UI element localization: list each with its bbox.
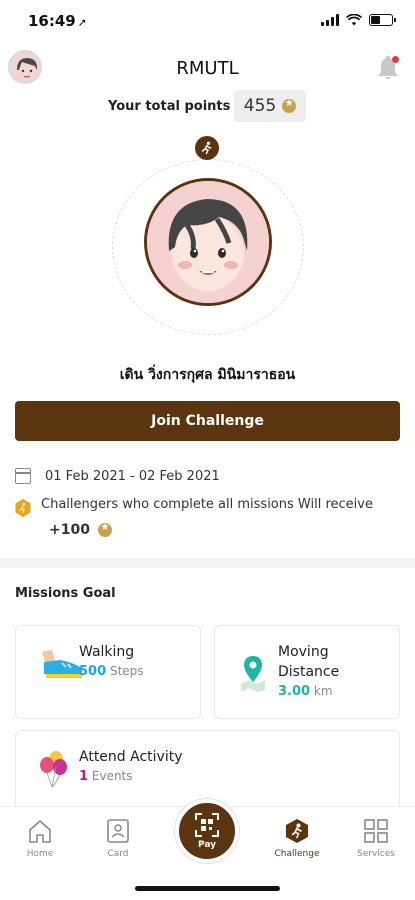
total-points-badge: 455	[234, 90, 306, 122]
total-points-label: Your total points	[108, 99, 231, 114]
total-points-value: 455	[243, 96, 277, 116]
challenge-name: เดิน วิ่งการกุศล มินิมาราธอน	[119, 367, 296, 383]
home-indicator	[135, 886, 280, 891]
status-bar: 16:49 ➚	[0, 0, 415, 44]
mission-card-distance[interactable]: Moving Distance 3.00 km	[214, 625, 400, 719]
reward-hex-icon	[15, 499, 31, 517]
mission-name: Attend Activity	[79, 749, 183, 765]
location-arrow-icon: ➚	[77, 16, 87, 29]
tab-challenge[interactable]: Challenge	[267, 817, 327, 859]
mission-name: Moving Distance	[278, 644, 340, 680]
mission-card-activity[interactable]: Attend Activity 1 Events	[15, 730, 400, 808]
reward-row: Challengers who complete all missions Wi…	[15, 497, 373, 517]
notification-button[interactable]	[375, 54, 401, 82]
date-range: 01 Feb 2021 - 02 Feb 2021	[45, 468, 220, 484]
section-divider	[0, 558, 415, 568]
map-pin-icon	[241, 656, 265, 692]
qr-scan-icon	[195, 813, 219, 837]
tab-services[interactable]: Services	[346, 817, 406, 859]
grid-icon	[364, 819, 388, 843]
challenge-icon	[286, 819, 308, 843]
tab-home[interactable]: Home	[10, 817, 70, 859]
balloons-icon	[40, 751, 67, 788]
missions-title: Missions Goal	[15, 586, 116, 601]
battery-icon	[369, 14, 396, 26]
notification-dot	[392, 56, 399, 63]
wifi-icon	[346, 14, 362, 26]
date-range-row: 01 Feb 2021 - 02 Feb 2021	[15, 468, 220, 484]
reward-amount-row: +100	[49, 522, 112, 538]
signal-icon	[321, 14, 339, 26]
reward-amount: +100	[49, 522, 90, 538]
card-icon	[107, 819, 129, 843]
page-title: RMUTL	[176, 58, 239, 79]
mission-name: Walking	[79, 644, 135, 660]
profile-avatar	[144, 178, 272, 306]
coin-icon	[282, 98, 297, 113]
mission-goal: 3.00 km	[278, 684, 333, 699]
mission-card-walking[interactable]: Walking 500 Steps	[15, 625, 201, 719]
tab-card[interactable]: Card	[88, 817, 148, 859]
status-time: 16:49 ➚	[28, 12, 87, 30]
calendar-icon	[15, 468, 31, 484]
mission-goal: 1 Events	[79, 769, 133, 784]
mission-goal: 500 Steps	[79, 664, 144, 679]
reward-text: Challengers who complete all missions Wi…	[41, 497, 373, 512]
status-icons	[321, 14, 396, 26]
join-challenge-button[interactable]: Join Challenge	[15, 401, 400, 441]
app-header: RMUTL	[0, 44, 415, 92]
pay-button[interactable]: Pay	[175, 799, 239, 863]
coin-icon	[97, 522, 112, 537]
home-icon	[29, 820, 51, 843]
runner-icon	[195, 136, 219, 160]
